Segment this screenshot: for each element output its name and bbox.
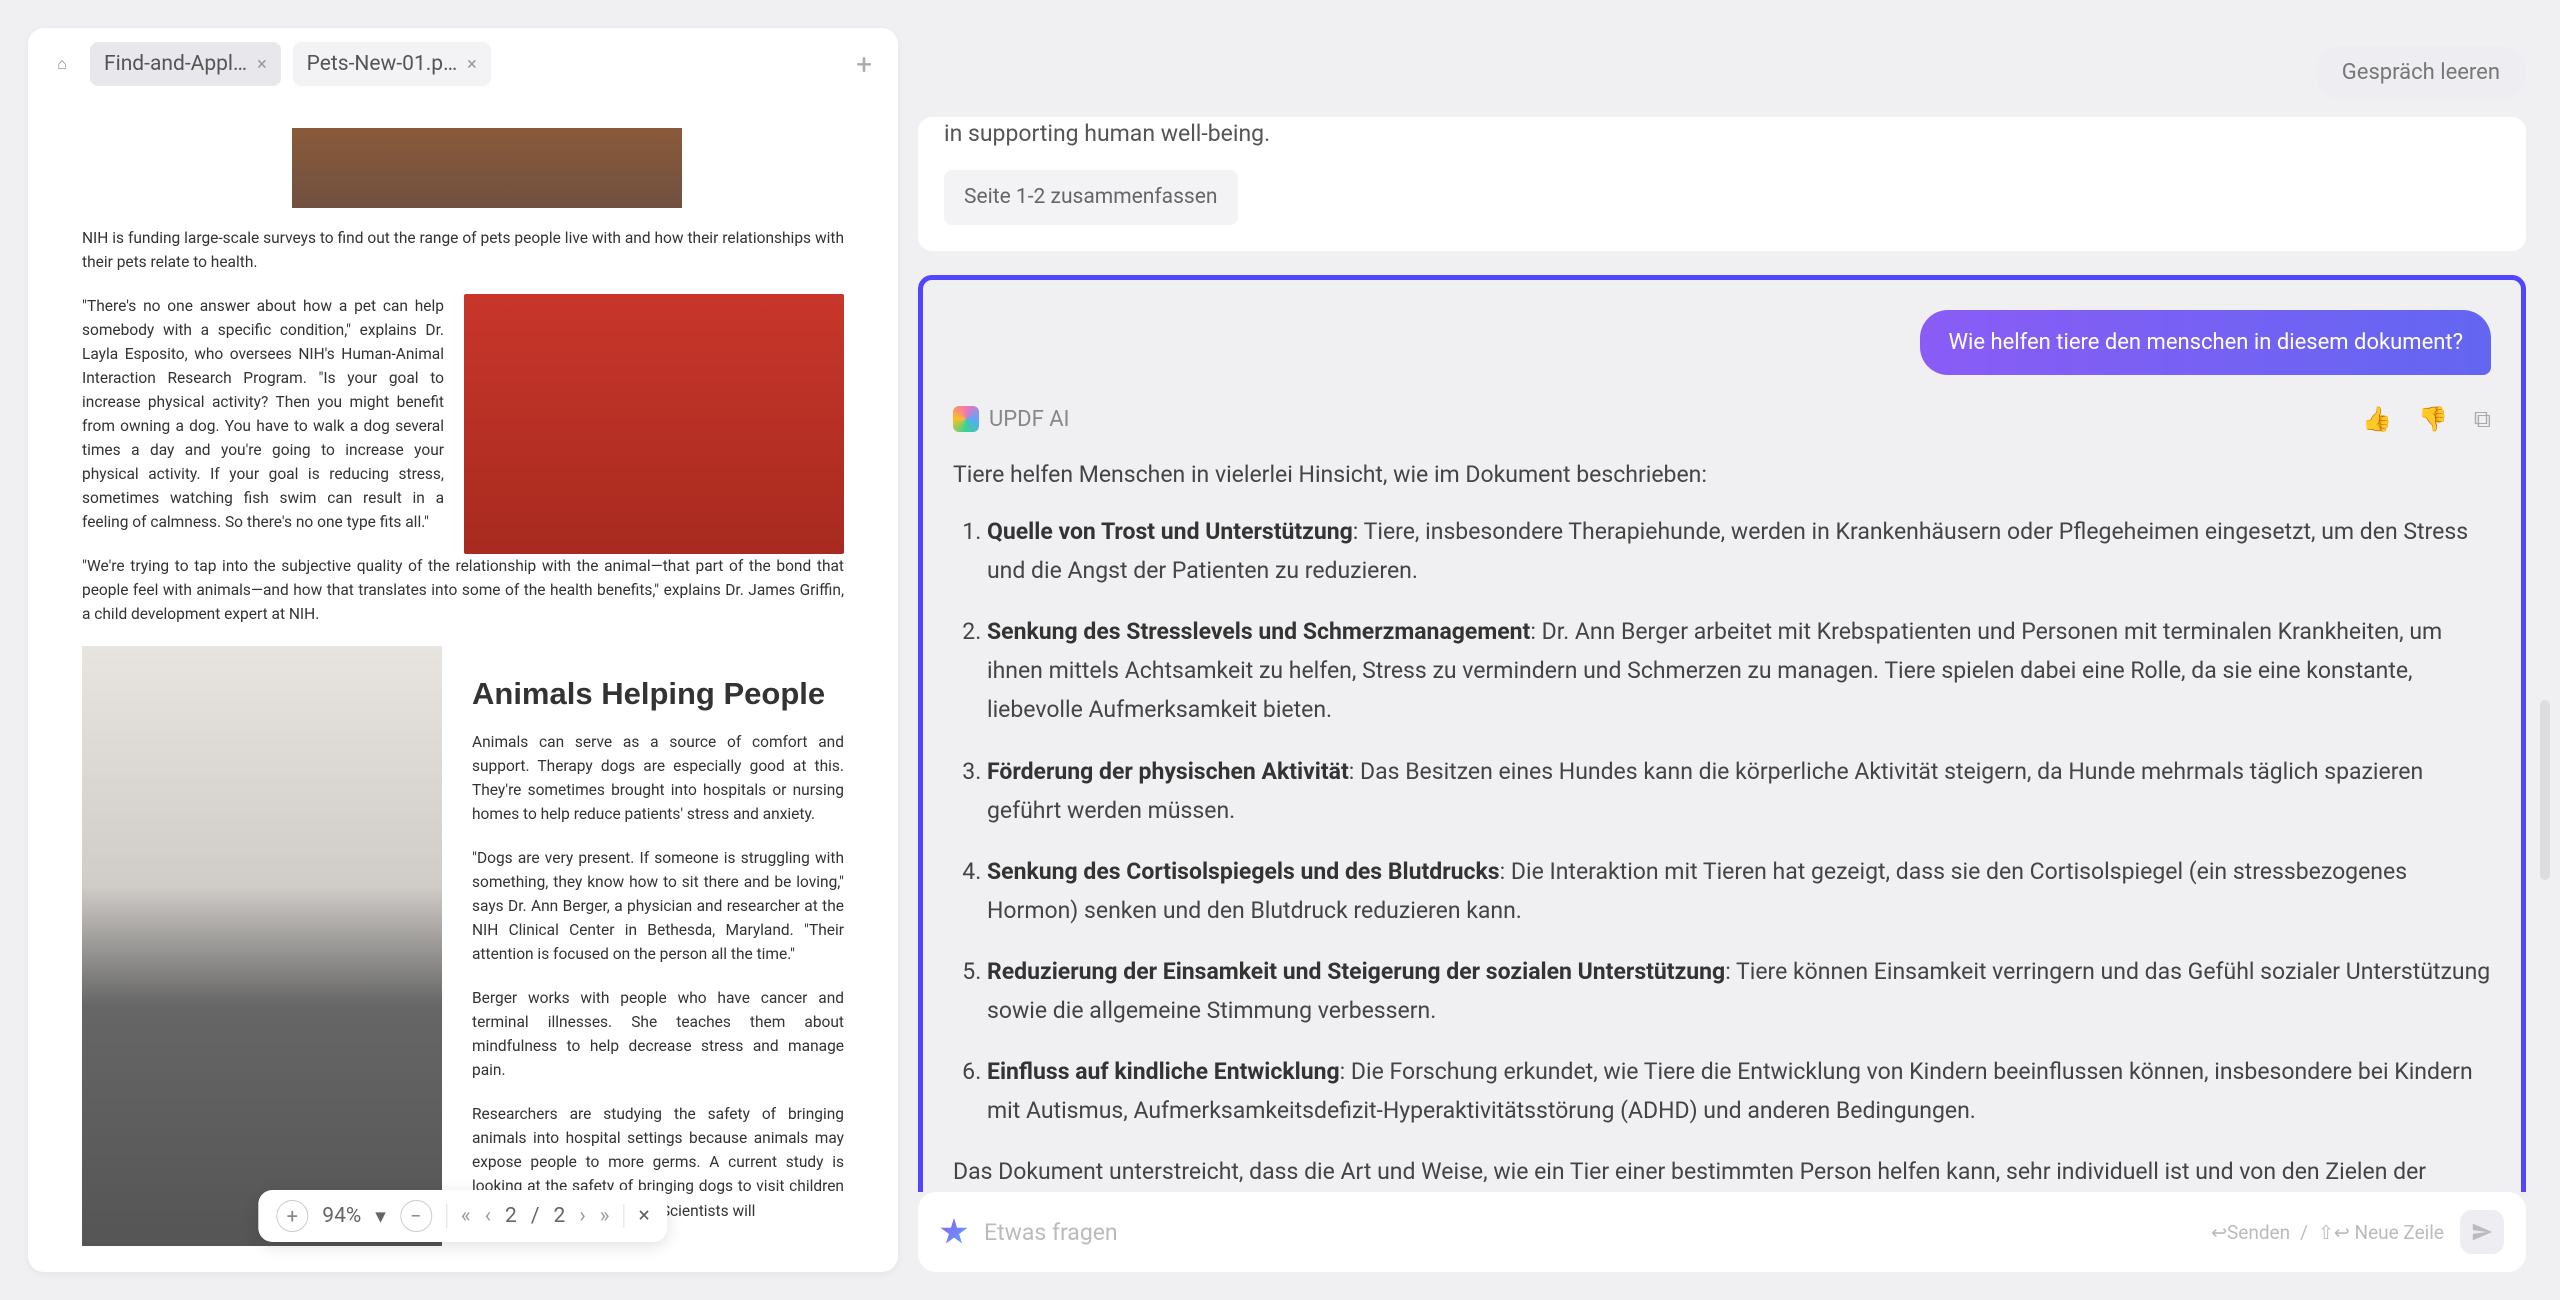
user-message-text: Wie helfen tiere den menschen in diesem … [1920,310,2491,375]
tab-label: Pets-New-01.p… [307,52,457,76]
suggestion-chip[interactable]: Seite 1-2 zusammenfassen [944,170,1238,226]
zoom-out-button[interactable]: − [400,1200,432,1232]
ai-item-title: Quelle von Trost und Unterstützung [987,518,1353,545]
tab-label: Find-and-Appl… [104,52,247,76]
thumbs-up-icon[interactable]: 👍 [2362,405,2392,433]
doc-image-strip [292,128,682,208]
sparkle-icon [940,1218,968,1246]
doc-paragraph: "There's no one answer about how a pet c… [82,294,444,534]
selected-exchange: Wie helfen tiere den menschen in diesem … [918,275,2526,1192]
hint-sep: / [2300,1221,2308,1244]
pdf-panel: ⌂ Find-and-Appl… × Pets-New-01.p… × + NI… [28,28,898,1272]
hint-newline: ⇧↩ Neue Zeile [2318,1221,2444,1244]
ai-item-title: Reduzierung der Einsamkeit und Steigerun… [987,958,1725,985]
zoom-dropdown-icon[interactable]: ▾ [375,1204,386,1229]
page-of: / [531,1204,540,1228]
chat-input[interactable] [984,1219,2195,1246]
document-page: NIH is funding large-scale surveys to fi… [42,100,884,1246]
thumbs-down-icon[interactable]: 👎 [2418,405,2448,433]
doc-paragraph: Animals can serve as a source of comfort… [472,730,844,826]
chat-header: Gespräch leeren [912,28,2532,117]
prev-page-button[interactable]: ‹ [485,1204,491,1228]
tab-pets-new[interactable]: Pets-New-01.p… × [293,42,491,86]
ai-list-item: Quelle von Trost und Unterstützung: Tier… [987,512,2491,590]
home-button[interactable]: ⌂ [46,48,78,80]
doc-paragraph: "We're trying to tap into the subjective… [82,554,844,626]
user-message: Wie helfen tiere den menschen in diesem … [953,310,2491,375]
zoom-percent: 94% [322,1204,361,1228]
close-toolbar-button[interactable]: × [638,1204,649,1228]
zoom-toolbar: + 94% ▾ − « ‹ 2 / 2 › » × [258,1190,667,1242]
separator [446,1204,447,1228]
ai-item-title: Förderung der physischen Aktivität [987,758,1349,785]
close-icon[interactable]: × [467,54,477,75]
doc-image-dogs [464,294,844,554]
zoom-in-button[interactable]: + [276,1200,308,1232]
add-tab-button[interactable]: + [856,48,872,81]
ai-item-title: Einfluss auf kindliche Entwicklung [987,1058,1340,1085]
doc-paragraph: "Dogs are very present. If someone is st… [472,846,844,966]
scrollbar[interactable] [2540,700,2550,880]
chat-body[interactable]: in supporting human well-being. Seite 1-… [912,117,2532,1192]
ai-response: Tiere helfen Menschen in vielerlei Hinsi… [953,455,2491,1192]
page-total: 2 [554,1204,566,1228]
ai-list-item: Einfluss auf kindliche Entwicklung: Die … [987,1052,2491,1130]
hint-send: ↩Senden [2211,1221,2290,1244]
page-current[interactable]: 2 [505,1204,517,1228]
home-icon: ⌂ [57,54,67,74]
chat-input-bar: ↩Senden / ⇧↩ Neue Zeile [918,1192,2526,1272]
first-page-button[interactable]: « [461,1204,471,1228]
previous-message: in supporting human well-being. Seite 1-… [918,117,2526,251]
ai-outro: Das Dokument unterstreicht, dass die Art… [953,1152,2491,1192]
doc-paragraph: Berger works with people who have cancer… [472,986,844,1082]
send-icon [2471,1221,2493,1243]
ai-name: UPDF AI [989,407,1070,432]
message-text: in supporting human well-being. [944,117,2500,152]
ai-list-item: Reduzierung der Einsamkeit und Steigerun… [987,952,2491,1030]
doc-paragraph: NIH is funding large-scale surveys to fi… [82,226,844,274]
ai-intro: Tiere helfen Menschen in vielerlei Hinsi… [953,455,2491,494]
ai-list: Quelle von Trost und Unterstützung: Tier… [953,512,2491,1130]
next-page-button[interactable]: › [579,1204,585,1228]
ai-message-header: UPDF AI 👍 👎 ⧉ [953,405,2491,433]
doc-heading: Animals Helping People [472,676,844,712]
ai-list-item: Senkung des Cortisolspiegels und des Blu… [987,852,2491,930]
chat-panel: Gespräch leeren in supporting human well… [898,0,2560,1300]
clear-chat-button[interactable]: Gespräch leeren [2316,46,2526,99]
copy-icon[interactable]: ⧉ [2474,405,2491,433]
tab-find-and-apply[interactable]: Find-and-Appl… × [90,42,281,86]
ai-list-item: Förderung der physischen Aktivität: Das … [987,752,2491,830]
last-page-button[interactable]: » [600,1204,610,1228]
tabs-bar: ⌂ Find-and-Appl… × Pets-New-01.p… × + [28,28,898,100]
input-hints: ↩Senden / ⇧↩ Neue Zeile [2211,1221,2444,1244]
ai-item-title: Senkung des Cortisolspiegels und des Blu… [987,858,1500,885]
close-icon[interactable]: × [257,54,267,75]
separator [623,1204,624,1228]
updf-ai-logo-icon [953,406,979,432]
doc-image-cat [82,646,442,1246]
document-viewport[interactable]: NIH is funding large-scale surveys to fi… [28,100,898,1272]
ai-item-title: Senkung des Stresslevels und Schmerzmana… [987,618,1530,645]
ai-list-item: Senkung des Stresslevels und Schmerzmana… [987,612,2491,729]
send-button[interactable] [2460,1210,2504,1254]
